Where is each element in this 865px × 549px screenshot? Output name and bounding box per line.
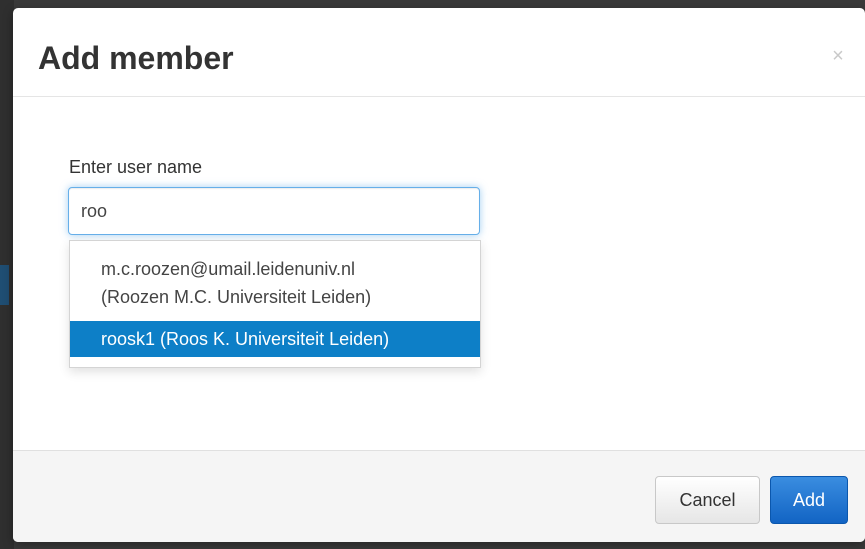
- option-name: (Roozen M.C. Universiteit Leiden): [101, 287, 372, 307]
- user-name-input[interactable]: [68, 187, 480, 235]
- option-email: m.c.roozen@umail.leidenuniv.nl: [101, 259, 356, 279]
- dialog-title: Add member: [38, 40, 234, 76]
- close-icon: ×: [832, 45, 844, 67]
- dialog-header: Add member ×: [13, 8, 865, 97]
- autocomplete-list: m.c.roozen@umail.leidenuniv.nl (Roozen M…: [69, 240, 481, 368]
- cancel-button[interactable]: Cancel: [655, 476, 760, 524]
- close-button[interactable]: ×: [828, 46, 848, 66]
- add-member-dialog: Add member × Enter user name m.c.roozen@…: [13, 8, 865, 542]
- backdrop-element: [0, 265, 9, 305]
- backdrop: [0, 0, 14, 549]
- option-text: roosk1 (Roos K. Universiteit Leiden): [101, 329, 390, 349]
- autocomplete-option[interactable]: m.c.roozen@umail.leidenuniv.nl (Roozen M…: [70, 249, 480, 317]
- user-name-label: Enter user name: [69, 157, 203, 177]
- dialog-footer: Cancel Add: [13, 450, 865, 542]
- autocomplete-option-selected[interactable]: roosk1 (Roos K. Universiteit Leiden): [70, 321, 480, 357]
- add-button[interactable]: Add: [770, 476, 848, 524]
